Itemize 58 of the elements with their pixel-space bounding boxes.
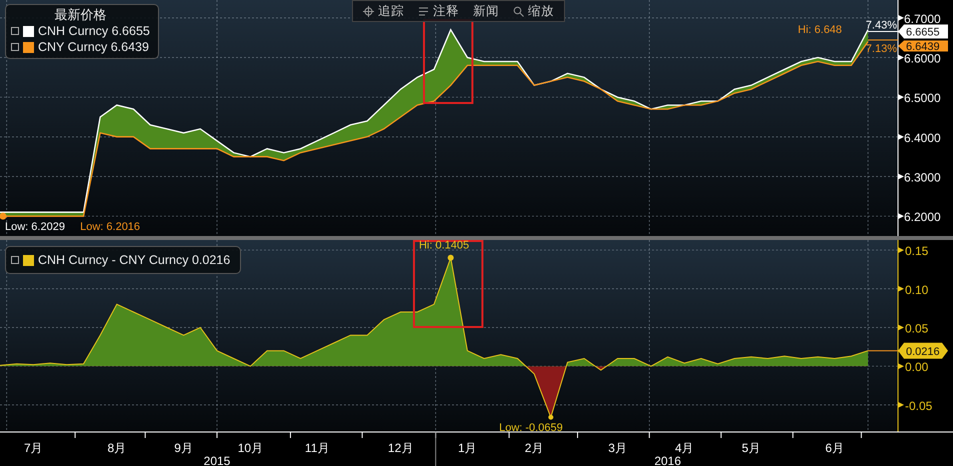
axis-label: -0.05: [898, 398, 932, 413]
price-tag: 0.0216: [898, 342, 948, 359]
legend-swatch: [23, 254, 34, 266]
crosshair-icon: [363, 6, 374, 16]
chart-annotation: 7.13%: [866, 43, 897, 55]
axis-label: 0.05: [898, 321, 928, 336]
axis-label: 5月: [742, 441, 760, 455]
legend-label: CNY Curncy 6.6439: [38, 39, 149, 55]
axis-label: 4月: [675, 441, 694, 455]
chart-annotation: Low: 6.2016: [80, 221, 140, 233]
toolbar-button[interactable]: 注释: [414, 2, 463, 20]
y-tick-label: 0.05: [905, 321, 929, 336]
axis-label: 6月: [825, 441, 844, 455]
axis-label: 11月: [304, 441, 330, 455]
legend-label: CNH Curncy - CNY Curncy 0.0216: [38, 252, 230, 268]
legend-title: 最新价格: [53, 7, 108, 23]
axis-label: 8月: [108, 441, 126, 455]
axis-label: 6.2000: [898, 210, 941, 224]
axis-label: 6.3000: [898, 170, 941, 184]
axis-label: 3月: [608, 441, 627, 455]
price-tag: 6.6439: [898, 40, 948, 53]
axis-label: 6.5000: [898, 91, 941, 106]
axis-label: 12月: [388, 441, 414, 455]
y-tick-label: -0.05: [905, 398, 933, 413]
lines-icon: [418, 6, 429, 16]
marker-dot: [448, 254, 454, 261]
marker-dot: [548, 414, 554, 420]
axis-label: 9月: [174, 441, 193, 455]
y-tick-label: 6.3000: [904, 170, 942, 185]
toolbar-button[interactable]: 追踪: [359, 2, 408, 20]
price-tag: 6.6655: [898, 24, 948, 39]
legend-swatch: [23, 26, 34, 36]
axis-label: 2015: [204, 454, 230, 466]
chart-annotation: 7.43%: [866, 20, 897, 32]
legend-label: CNH Curncy 6.6655: [38, 23, 150, 39]
toolbar-button[interactable]: 缩放: [509, 2, 558, 20]
toolbar-button[interactable]: 新闻: [469, 2, 503, 20]
y-tick-label: 0.00: [905, 360, 929, 374]
legend-swatch: [23, 42, 34, 52]
chart-annotation: Hi: 6.648: [798, 24, 842, 36]
axis-label: 6.4000: [898, 130, 941, 145]
axis-label: 2月: [524, 441, 544, 455]
chart-annotation: Hi: 0.1405: [418, 240, 470, 252]
axis-label: 0.10: [898, 282, 928, 297]
axis-label: 10月: [238, 441, 264, 455]
chart-annotation: Low: 6.2029: [5, 221, 65, 233]
y-tick-label: 0.15: [905, 244, 929, 258]
axis-label: 7月: [24, 441, 43, 455]
expand-icon[interactable]: [11, 256, 19, 264]
axis-label: 2016: [654, 454, 682, 466]
axis-label: 0.15: [898, 244, 928, 258]
axis-label: 6.6000: [898, 52, 941, 66]
chart-annotation: Low: -0.0659: [499, 422, 563, 434]
axis-label: 1月: [458, 441, 477, 455]
axis-label: 6.7000: [898, 12, 941, 26]
axis-label: 0.00: [898, 360, 928, 374]
y-tick-label: 0.10: [905, 282, 929, 297]
search-icon: [513, 6, 524, 16]
